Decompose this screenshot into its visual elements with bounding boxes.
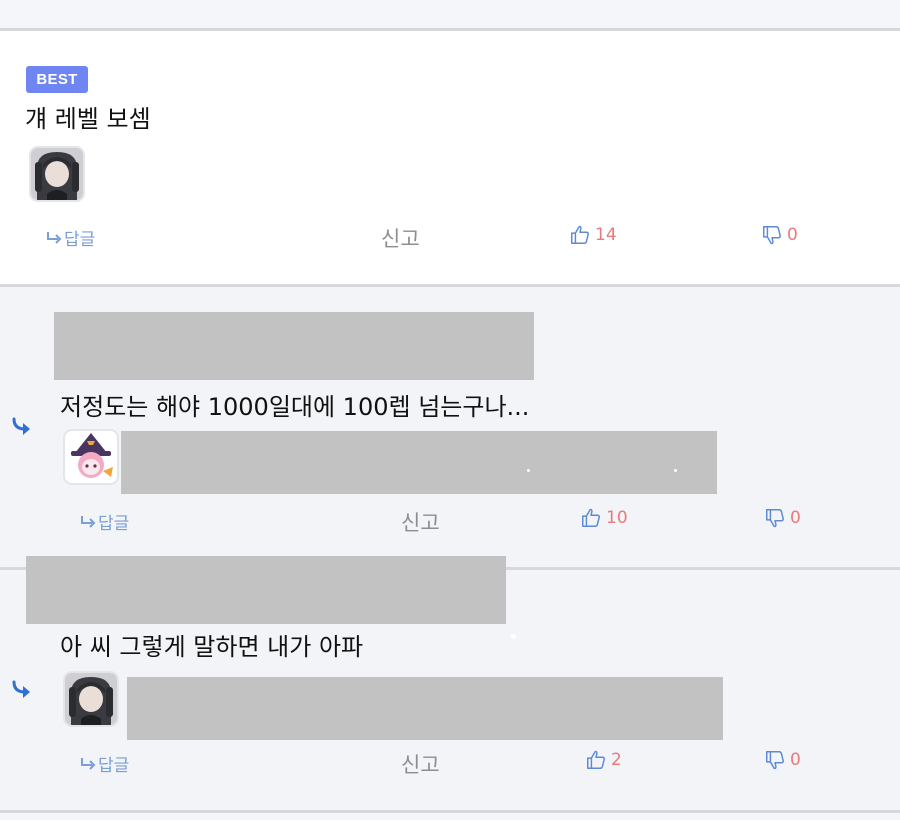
thumbs-up-icon xyxy=(582,508,600,527)
avatar[interactable] xyxy=(63,429,119,485)
avatar-image xyxy=(65,431,117,483)
redacted-author xyxy=(54,312,534,380)
downvote-button[interactable]: 0 xyxy=(761,224,798,246)
downvote-count: 0 xyxy=(790,508,801,528)
downvote-count: 0 xyxy=(790,750,801,770)
best-badge: BEST xyxy=(26,66,88,93)
reply-button[interactable]: 답글 xyxy=(80,509,129,534)
comment-text: 저정도는 해야 1000일대에 100렙 넘는구나... xyxy=(60,393,530,421)
report-button[interactable]: 신고 xyxy=(401,507,440,537)
upvote-count: 14 xyxy=(595,225,617,245)
avatar[interactable] xyxy=(29,146,85,202)
divider xyxy=(0,810,900,813)
downvote-count: 0 xyxy=(787,225,798,245)
thread-reply-arrow-icon xyxy=(12,417,30,435)
avatar-image xyxy=(31,148,83,200)
upvote-button[interactable]: 10 xyxy=(580,507,628,529)
reply-arrow-icon xyxy=(81,757,96,770)
reply-label: 답글 xyxy=(98,514,130,534)
reply-label: 답글 xyxy=(98,756,130,776)
report-button[interactable]: 신고 xyxy=(401,749,440,779)
downvote-button[interactable]: 0 xyxy=(764,507,801,529)
thumbs-down-icon xyxy=(766,751,784,770)
reply-label: 답글 xyxy=(64,230,96,250)
thumbs-down-icon xyxy=(766,509,784,528)
reply-arrow-icon xyxy=(47,231,62,244)
report-button[interactable]: 신고 xyxy=(381,223,420,253)
reply-arrow-icon xyxy=(81,515,96,528)
avatar-image xyxy=(65,673,117,725)
reply-comment: 아 씨 그렇게 말하면 내가 아파 답글 신고 2 0 xyxy=(0,556,900,810)
best-comment: BEST 걔 레벨 보셈 답글 신고 14 0 xyxy=(0,31,900,284)
upvote-count: 2 xyxy=(611,750,622,770)
thumbs-up-icon xyxy=(587,750,605,769)
upvote-count: 10 xyxy=(606,508,628,528)
thumbs-up-icon xyxy=(571,225,589,244)
redaction-dot xyxy=(527,469,530,472)
thread-reply-arrow-icon xyxy=(12,680,30,698)
redacted-content xyxy=(127,677,723,740)
avatar[interactable] xyxy=(63,671,119,727)
downvote-button[interactable]: 0 xyxy=(764,749,801,771)
reply-button[interactable]: 답글 xyxy=(46,225,95,250)
redacted-author xyxy=(26,556,506,624)
top-strip xyxy=(0,0,900,28)
comment-text: 아 씨 그렇게 말하면 내가 아파 xyxy=(60,633,364,661)
redacted-content xyxy=(121,431,717,494)
reply-comment: 저정도는 해야 1000일대에 100렙 넘는구나... 답글 신고 10 0 xyxy=(0,287,900,567)
upvote-button[interactable]: 2 xyxy=(585,749,622,771)
redaction-dot xyxy=(511,634,516,639)
comment-text: 걔 레벨 보셈 xyxy=(25,105,151,133)
upvote-button[interactable]: 14 xyxy=(569,224,617,246)
thumbs-down-icon xyxy=(763,226,781,245)
redaction-dot xyxy=(674,469,677,472)
reply-button[interactable]: 답글 xyxy=(80,751,129,776)
